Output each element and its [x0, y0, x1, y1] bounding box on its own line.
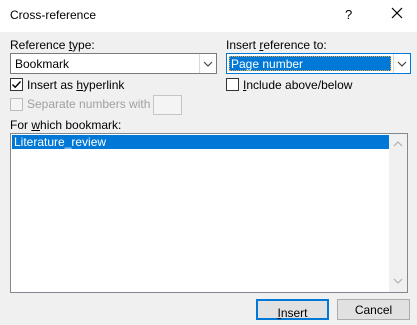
close-icon[interactable]	[388, 4, 406, 22]
reference-type-dropdown[interactable]: Bookmark	[10, 53, 217, 74]
reference-type-value: Bookmark	[15, 57, 70, 71]
dialog-title: Cross-reference	[10, 8, 97, 22]
bookmark-list-label: For which bookmark:	[10, 118, 122, 132]
include-above-below-label[interactable]: Include above/below	[243, 78, 352, 92]
insert-reference-to-value: Page number	[231, 57, 304, 71]
insert-as-hyperlink-label[interactable]: Insert as hyperlink	[27, 78, 124, 92]
list-item[interactable]: Literature_review	[12, 135, 390, 149]
vertical-scrollbar[interactable]	[389, 134, 407, 292]
chevron-down-icon[interactable]	[393, 54, 410, 73]
help-button[interactable]: ?	[345, 7, 352, 22]
separate-numbers-input[interactable]	[153, 95, 182, 115]
insert-button[interactable]: Insert	[256, 299, 329, 320]
include-above-below-checkbox[interactable]	[226, 78, 239, 91]
scroll-down-icon[interactable]	[393, 274, 403, 288]
cancel-button[interactable]: Cancel	[337, 299, 410, 320]
insert-reference-to-dropdown[interactable]: Page number	[226, 53, 411, 74]
scroll-up-icon[interactable]	[393, 137, 403, 151]
separate-numbers-checkbox[interactable]	[10, 98, 23, 111]
insert-as-hyperlink-checkbox[interactable]	[10, 78, 23, 91]
reference-type-label: Reference type:	[10, 38, 95, 52]
bookmark-listbox[interactable]: Literature_review	[10, 133, 408, 293]
insert-reference-to-label: Insert reference to:	[226, 38, 327, 52]
chevron-down-icon[interactable]	[199, 54, 216, 73]
separate-numbers-label: Separate numbers with	[27, 97, 151, 111]
checkmark-icon	[12, 81, 22, 89]
